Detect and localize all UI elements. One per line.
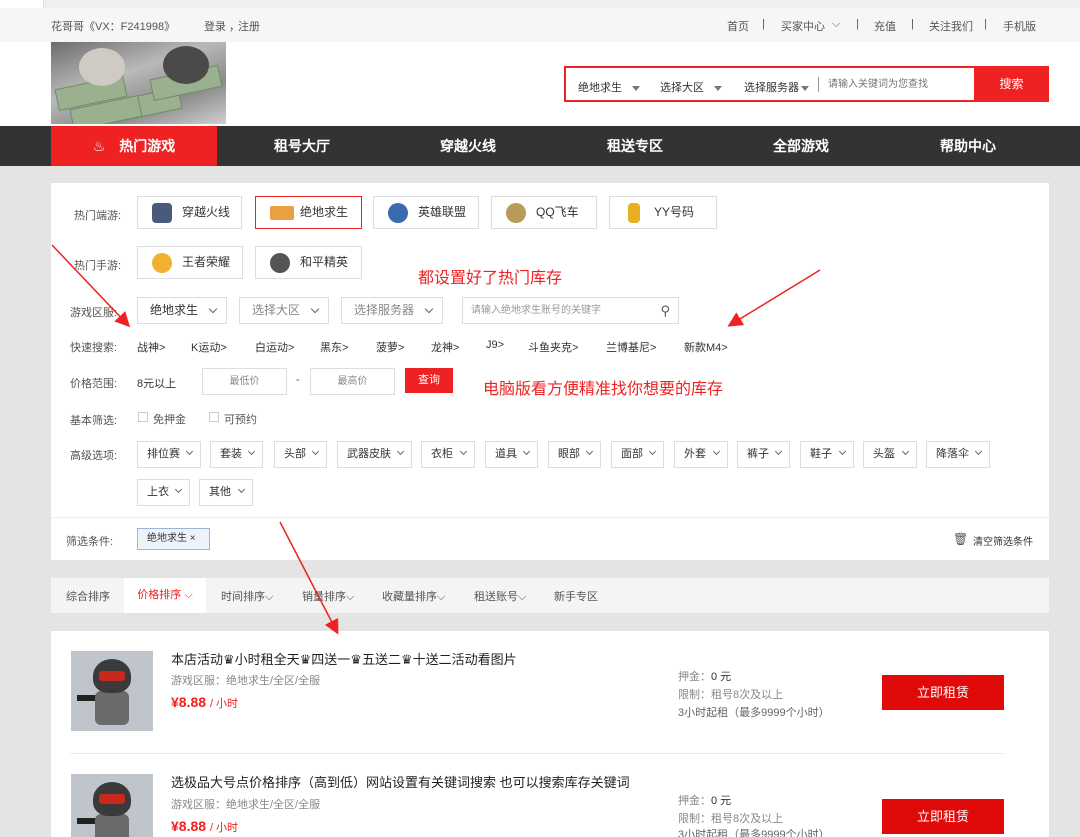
arrow	[279, 521, 339, 635]
arrow	[51, 244, 131, 328]
arrow	[727, 269, 821, 327]
annotation-arrows	[51, 244, 821, 635]
